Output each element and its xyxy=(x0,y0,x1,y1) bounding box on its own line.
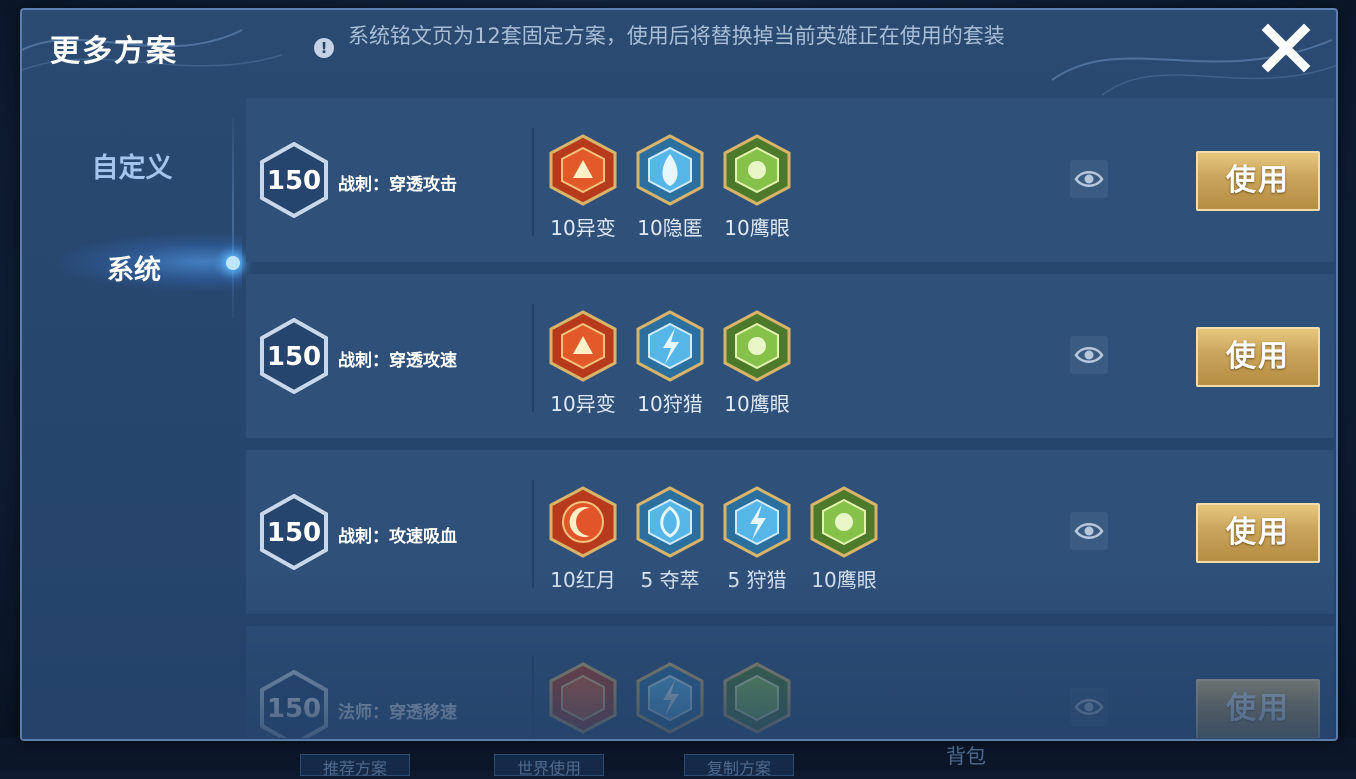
plan-name: 战刺：穿透攻击 xyxy=(338,175,457,195)
green-rune-icon xyxy=(810,486,878,558)
background-bottom-bar: 推荐方案 世界使用 复制方案 背包 xyxy=(0,738,1356,778)
close-button[interactable] xyxy=(1258,20,1314,76)
plan-name: 战刺：攻速吸血 xyxy=(338,527,457,547)
dialog-title: 更多方案 xyxy=(50,34,178,69)
plan-row: 150 法师：穿透移速 使用 xyxy=(246,626,1334,738)
blue-rune-icon xyxy=(636,134,704,206)
background-tab: 复制方案 xyxy=(684,754,795,778)
blue-rune-icon xyxy=(636,310,704,382)
blue-rune-icon xyxy=(636,662,704,734)
row-divider xyxy=(532,480,534,588)
background-tab: 推荐方案 xyxy=(300,754,411,778)
preview-button[interactable] xyxy=(1070,688,1108,726)
use-button[interactable]: 使用 xyxy=(1196,151,1320,211)
rune-slot[interactable]: 10异变 xyxy=(548,134,618,241)
rune-label: 10鹰眼 xyxy=(724,392,790,416)
rune-label: 5 夺萃 xyxy=(640,568,700,592)
rune-label: 10鹰眼 xyxy=(811,568,877,592)
rune-slot[interactable]: 10红月 xyxy=(548,486,618,593)
red-rune-icon xyxy=(549,310,617,382)
blue-rune-icon xyxy=(636,486,704,558)
red-rune-icon xyxy=(549,662,617,734)
red-rune-icon xyxy=(549,134,617,206)
rune-label: 10异变 xyxy=(550,392,616,416)
rune-slot[interactable]: 10鹰眼 xyxy=(722,134,792,241)
blue-rune-icon xyxy=(723,486,791,558)
rune-slot[interactable]: 10鹰眼 xyxy=(809,486,879,593)
use-button[interactable]: 使用 xyxy=(1196,327,1320,387)
plan-name: 战刺：穿透攻速 xyxy=(338,351,457,371)
eye-icon xyxy=(1074,699,1104,715)
plan-level: 150 xyxy=(266,342,322,372)
row-divider xyxy=(532,304,534,412)
rune-slot[interactable]: 5 夺萃 xyxy=(635,486,705,593)
notice-text: 系统铭文页为12套固定方案，使用后将替换掉当前英雄正在使用的套装 xyxy=(348,24,1005,48)
row-divider xyxy=(532,128,534,236)
background-tab: 世界使用 xyxy=(494,754,605,778)
preview-button[interactable] xyxy=(1070,160,1108,198)
preview-button[interactable] xyxy=(1070,336,1108,374)
rune-label: 10异变 xyxy=(550,216,616,240)
info-icon: ! xyxy=(314,38,334,58)
plan-level: 150 xyxy=(266,694,322,724)
use-button[interactable]: 使用 xyxy=(1196,679,1320,738)
rune-slot[interactable] xyxy=(548,662,618,738)
sidebar-item-custom[interactable]: 自定义 xyxy=(32,146,232,185)
plan-list[interactable]: 150 战刺：穿透攻击 10异变 10隐匿 10鹰眼 使用 150 战刺：穿透攻… xyxy=(246,98,1334,738)
plan-row: 150 战刺：攻速吸血 10红月 5 夺萃 5 狩猎 10鹰眼 使用 xyxy=(246,450,1334,614)
rune-label: 10红月 xyxy=(550,568,616,592)
rune-slot[interactable]: 10鹰眼 xyxy=(722,310,792,417)
green-rune-icon xyxy=(723,134,791,206)
active-indicator-dot xyxy=(226,256,240,270)
eye-icon xyxy=(1074,171,1104,187)
rune-slot[interactable] xyxy=(722,662,792,738)
rune-label: 10鹰眼 xyxy=(724,216,790,240)
sidebar-item-system[interactable]: 系统 xyxy=(34,248,234,287)
plan-level: 150 xyxy=(266,518,322,548)
plan-row: 150 战刺：穿透攻击 10异变 10隐匿 10鹰眼 使用 xyxy=(246,98,1334,262)
rune-label: 10隐匿 xyxy=(637,216,703,240)
plan-name: 法师：穿透移速 xyxy=(338,703,457,723)
row-divider xyxy=(532,656,534,738)
rune-slot[interactable]: 10隐匿 xyxy=(635,134,705,241)
rune-slot[interactable]: 5 狩猎 xyxy=(722,486,792,593)
rune-slot[interactable]: 10异变 xyxy=(548,310,618,417)
sidebar xyxy=(22,102,246,739)
rune-slot[interactable]: 10狩猎 xyxy=(635,310,705,417)
green-rune-icon xyxy=(723,662,791,734)
red-rune-icon xyxy=(549,486,617,558)
plan-row: 150 战刺：穿透攻速 10异变 10狩猎 10鹰眼 使用 xyxy=(246,274,1334,438)
rune-slot[interactable] xyxy=(635,662,705,738)
eye-icon xyxy=(1074,523,1104,539)
green-rune-icon xyxy=(723,310,791,382)
plan-level: 150 xyxy=(266,166,322,196)
use-button[interactable]: 使用 xyxy=(1196,503,1320,563)
background-bag-label: 背包 xyxy=(946,744,986,768)
rune-label: 5 狩猎 xyxy=(727,568,787,592)
close-icon xyxy=(1261,23,1311,73)
rune-label: 10狩猎 xyxy=(637,392,703,416)
eye-icon xyxy=(1074,347,1104,363)
preview-button[interactable] xyxy=(1070,512,1108,550)
more-plans-dialog: 更多方案 ! 系统铭文页为12套固定方案，使用后将替换掉当前英雄正在使用的套装 … xyxy=(20,8,1338,741)
